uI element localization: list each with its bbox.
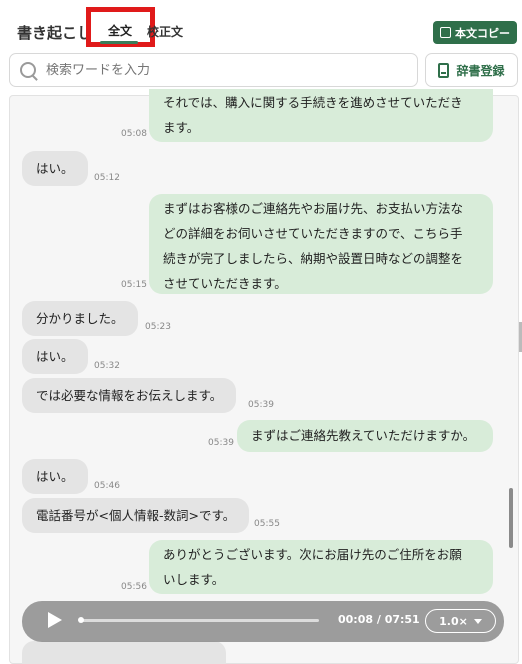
copy-text-button[interactable]: 本文コピー bbox=[433, 21, 517, 44]
message-line: はい。 bbox=[36, 469, 74, 484]
active-tab-indicator bbox=[100, 41, 138, 44]
speed-label: 1.0× bbox=[439, 614, 468, 628]
copy-icon bbox=[440, 27, 451, 38]
message-bubble-agent: まずはお客様のご連絡先やお届け先、お支払い方法な どの詳細をお伺いさせていただき… bbox=[149, 194, 493, 294]
message-bubble-user: 分かりました。 bbox=[22, 301, 138, 336]
scrollbar-thumb[interactable] bbox=[509, 488, 513, 548]
seek-handle[interactable] bbox=[78, 617, 84, 623]
dictionary-button-label: 辞書登録 bbox=[456, 63, 505, 78]
message-bubble-user: はい。 bbox=[22, 459, 88, 494]
tab-full-text[interactable]: 全文 bbox=[108, 22, 132, 39]
search-box[interactable] bbox=[9, 53, 418, 87]
message-line: 続きが完了しましたら、納期や設置日時などの調整を bbox=[163, 251, 464, 266]
message-line: はい。 bbox=[36, 161, 74, 176]
message-timestamp: 05:55 bbox=[254, 519, 280, 529]
message-timestamp: 05:08 bbox=[121, 129, 147, 139]
message-line: 電話番号が<個人情報-数詞>です。 bbox=[36, 508, 236, 523]
message-line: では必要な情報をお伝えします。 bbox=[36, 388, 223, 403]
message-line: 分かりました。 bbox=[36, 311, 124, 326]
message-timestamp: 05:12 bbox=[94, 173, 120, 183]
message-bubble-agent: まずはご連絡先教えていただけますか。 bbox=[237, 420, 493, 452]
message-line: まずはお客様のご連絡先やお届け先、お支払い方法な bbox=[163, 201, 464, 216]
message-line: いします。 bbox=[163, 572, 225, 587]
search-input[interactable] bbox=[46, 62, 396, 78]
message-timestamp: 05:46 bbox=[94, 481, 120, 491]
playback-speed-select[interactable]: 1.0× bbox=[425, 609, 496, 633]
message-timestamp: 05:39 bbox=[248, 400, 274, 410]
search-icon bbox=[20, 62, 36, 78]
playback-time: 00:08 / 07:51 bbox=[338, 613, 420, 626]
message-timestamp: 05:39 bbox=[208, 438, 234, 448]
seek-bar[interactable] bbox=[79, 619, 319, 622]
dictionary-register-button[interactable]: 辞書登録 bbox=[425, 53, 518, 87]
message-timestamp: 05:32 bbox=[94, 361, 120, 371]
message-bubble-user: では必要な情報をお伝えします。 bbox=[22, 378, 237, 413]
message-line: それでは、購入に関する手続きを進めさせていただき bbox=[163, 95, 463, 110]
play-icon[interactable] bbox=[48, 612, 62, 628]
chevron-down-icon bbox=[473, 618, 482, 624]
message-timestamp: 05:15 bbox=[121, 280, 147, 290]
tab-proofread-text[interactable]: 校正文 bbox=[147, 23, 183, 40]
header: 書き起こし 全文 校正文 本文コピー bbox=[0, 0, 522, 50]
message-timestamp: 05:23 bbox=[145, 322, 171, 332]
message-bubble-user: はい。 bbox=[22, 339, 88, 374]
partially-hidden-message bbox=[22, 641, 226, 664]
message-line: どの詳細をお伺いさせていただきますので、こちら手 bbox=[163, 226, 463, 241]
message-line: ます。 bbox=[163, 120, 200, 135]
message-timestamp: 05:56 bbox=[121, 582, 147, 592]
message-line: はい。 bbox=[36, 349, 74, 364]
message-bubble-user: 電話番号が<個人情報-数詞>です。 bbox=[22, 498, 250, 533]
message-line: まずはご連絡先教えていただけますか。 bbox=[251, 428, 476, 443]
message-bubble-user: はい。 bbox=[22, 151, 88, 186]
page-title: 書き起こし bbox=[17, 24, 93, 42]
message-line: ありがとうございます。次にお届け先のご住所をお願 bbox=[163, 547, 462, 562]
message-bubble-agent: それでは、購入に関する手続きを進めさせていただき ます。 bbox=[149, 89, 493, 142]
message-bubble-agent: ありがとうございます。次にお届け先のご住所をお願 いします。 bbox=[149, 540, 493, 594]
message-line: させていただきます。 bbox=[163, 276, 287, 291]
book-icon bbox=[438, 62, 450, 78]
copy-button-label: 本文コピー bbox=[455, 26, 510, 40]
